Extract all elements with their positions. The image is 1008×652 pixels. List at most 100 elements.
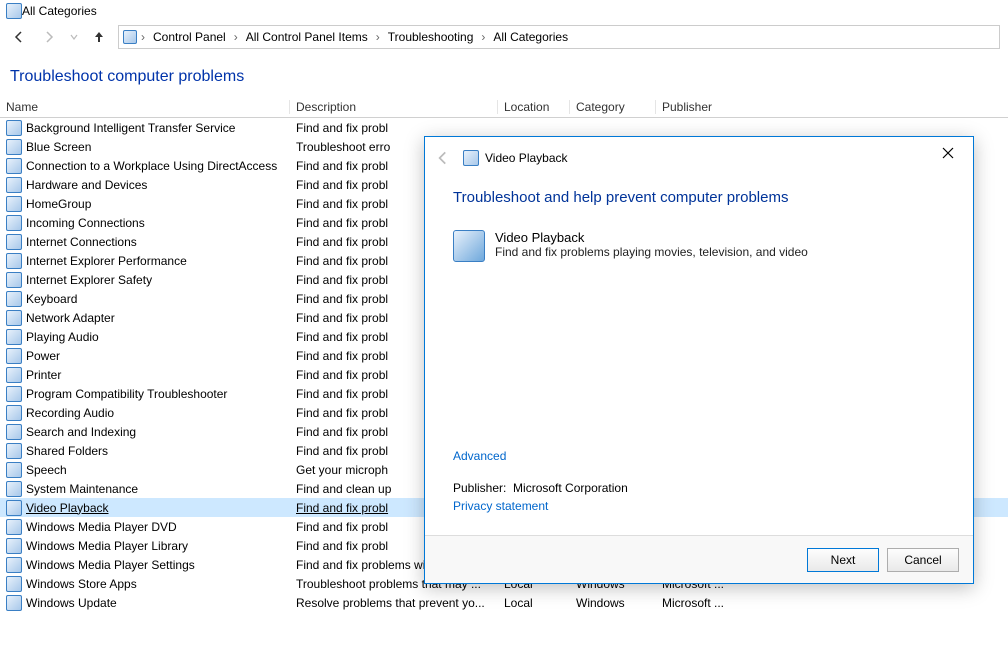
item-name: Keyboard — [26, 292, 77, 306]
video-playback-icon — [453, 230, 485, 262]
window-icon — [6, 3, 22, 19]
wizard-back-button[interactable] — [429, 144, 457, 172]
table-row[interactable]: Windows UpdateResolve problems that prev… — [0, 593, 1008, 612]
publisher-label: Publisher: — [453, 481, 506, 495]
item-name: Network Adapter — [26, 311, 115, 325]
table-header: Name Description Location Category Publi… — [0, 96, 1008, 118]
troubleshooter-icon — [6, 424, 22, 440]
dialog-footer: Next Cancel — [425, 535, 973, 583]
troubleshooter-icon — [6, 253, 22, 269]
cell-name: System Maintenance — [0, 481, 290, 497]
troubleshooter-icon — [6, 443, 22, 459]
col-header-location[interactable]: Location — [498, 100, 570, 114]
col-header-description[interactable]: Description — [290, 100, 498, 114]
troubleshooter-icon — [6, 120, 22, 136]
cell-name: Speech — [0, 462, 290, 478]
cell-name: Windows Media Player Library — [0, 538, 290, 554]
cell-category: Windows — [570, 596, 656, 610]
crumb-control-panel[interactable]: Control Panel — [149, 26, 230, 48]
troubleshooter-icon — [6, 519, 22, 535]
dialog-body: Troubleshoot and help prevent computer p… — [425, 179, 973, 535]
table-row[interactable]: Background Intelligent Transfer Service F… — [0, 118, 1008, 137]
troubleshooter-icon — [6, 291, 22, 307]
troubleshooter-desc: Find and fix problems playing movies, te… — [495, 245, 808, 259]
item-name: Connection to a Workplace Using DirectAc… — [26, 159, 277, 173]
dialog-heading: Troubleshoot and help prevent computer p… — [453, 189, 945, 206]
cell-name: Windows Update — [0, 595, 290, 611]
cell-name: Internet Explorer Performance — [0, 253, 290, 269]
troubleshooter-summary: Video Playback Find and fix problems pla… — [453, 230, 945, 262]
item-name: Power — [26, 349, 60, 363]
item-name: Playing Audio — [26, 330, 99, 344]
window-title: All Categories — [22, 4, 97, 18]
cell-name: HomeGroup — [0, 196, 290, 212]
troubleshooter-icon — [6, 177, 22, 193]
item-name: Incoming Connections — [26, 216, 145, 230]
item-name: Windows Store Apps — [26, 577, 137, 591]
troubleshooter-icon — [6, 367, 22, 383]
address-bar[interactable]: › Control Panel › All Control Panel Item… — [118, 25, 1000, 49]
close-button[interactable] — [927, 138, 969, 168]
up-button[interactable] — [88, 26, 110, 48]
cell-publisher: Microsoft ... — [656, 596, 776, 610]
cell-description: Resolve problems that prevent yo... — [290, 596, 498, 610]
cell-name: Printer — [0, 367, 290, 383]
chevron-right-icon: › — [232, 30, 240, 44]
troubleshooter-icon — [6, 234, 22, 250]
next-button[interactable]: Next — [807, 548, 879, 572]
item-name: Internet Explorer Safety — [26, 273, 152, 287]
cell-name: Windows Store Apps — [0, 576, 290, 592]
explorer-navbar: › Control Panel › All Control Panel Item… — [0, 22, 1008, 52]
troubleshooter-icon — [6, 329, 22, 345]
item-name: Program Compatibility Troubleshooter — [26, 387, 227, 401]
advanced-link[interactable]: Advanced — [453, 449, 628, 463]
cell-name: Recording Audio — [0, 405, 290, 421]
troubleshooter-icon — [6, 139, 22, 155]
cell-name: Incoming Connections — [0, 215, 290, 231]
item-name: Hardware and Devices — [26, 178, 147, 192]
item-name: Printer — [26, 368, 61, 382]
wizard-title: Video Playback — [485, 151, 568, 165]
crumb-all-items[interactable]: All Control Panel Items — [242, 26, 372, 48]
cell-location: Local — [498, 596, 570, 610]
item-name: HomeGroup — [26, 197, 91, 211]
cancel-button[interactable]: Cancel — [887, 548, 959, 572]
cell-name: Video Playback — [0, 500, 290, 516]
col-header-name[interactable]: Name — [0, 100, 290, 114]
item-name: Background Intelligent Transfer Service — [26, 121, 235, 135]
troubleshooter-icon — [6, 272, 22, 288]
cell-name: Keyboard — [0, 291, 290, 307]
back-button[interactable] — [8, 26, 30, 48]
cell-name: Windows Media Player DVD — [0, 519, 290, 535]
publisher-value: Microsoft Corporation — [513, 481, 628, 495]
col-header-publisher[interactable]: Publisher — [656, 100, 776, 114]
item-name: Speech — [26, 463, 67, 477]
item-name: Search and Indexing — [26, 425, 136, 439]
cell-name: Search and Indexing — [0, 424, 290, 440]
cell-name: Windows Media Player Settings — [0, 557, 290, 573]
cell-name: Internet Connections — [0, 234, 290, 250]
crumb-all-categories[interactable]: All Categories — [489, 26, 572, 48]
item-name: Recording Audio — [26, 406, 114, 420]
publisher-row: Publisher: Microsoft Corporation — [453, 481, 628, 495]
troubleshooter-icon — [6, 576, 22, 592]
troubleshooter-icon — [6, 481, 22, 497]
recent-dropdown[interactable] — [68, 26, 80, 48]
forward-button[interactable] — [38, 26, 60, 48]
cell-name: Internet Explorer Safety — [0, 272, 290, 288]
cell-name: Background Intelligent Transfer Service — [0, 120, 290, 136]
item-name: System Maintenance — [26, 482, 138, 496]
cell-name: Blue Screen — [0, 139, 290, 155]
item-name: Internet Explorer Performance — [26, 254, 187, 268]
item-name: Windows Media Player Library — [26, 539, 188, 553]
item-name: Shared Folders — [26, 444, 108, 458]
cell-description: Find and fix probl — [290, 121, 498, 135]
troubleshooter-wizard-dialog: Video Playback Troubleshoot and help pre… — [424, 136, 974, 584]
page-heading: Troubleshoot computer problems — [0, 52, 1008, 96]
privacy-link[interactable]: Privacy statement — [453, 499, 628, 513]
crumb-troubleshooting[interactable]: Troubleshooting — [384, 26, 478, 48]
troubleshooter-title: Video Playback — [495, 230, 808, 245]
col-header-category[interactable]: Category — [570, 100, 656, 114]
item-name: Windows Media Player Settings — [26, 558, 195, 572]
troubleshooter-icon — [6, 557, 22, 573]
